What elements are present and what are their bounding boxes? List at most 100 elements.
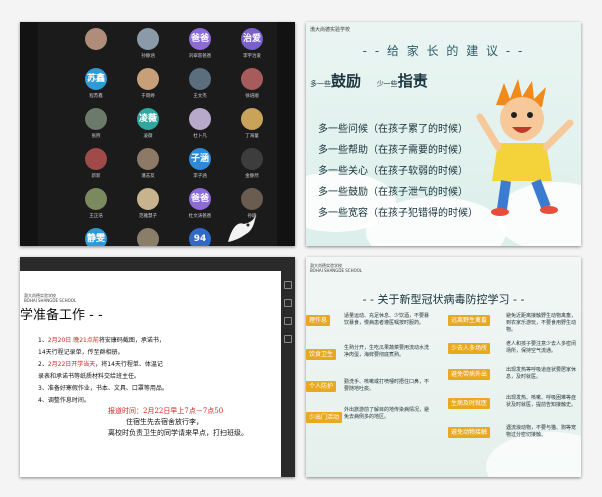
participant-avatar: 苏鑫: [85, 68, 107, 90]
participant-tile[interactable]: 于雨婷: [130, 68, 166, 99]
meeting-top-bar: [20, 257, 295, 271]
participant-tile[interactable]: 徐培顺: [234, 68, 270, 99]
participant-avatar: [137, 148, 159, 170]
participant-name: 刘翠容爸爸: [188, 54, 212, 59]
prevention-desc: 适量运动、充足休息、少饮酒，不要暴饮暴食，慢病患者遵医嘱按时服药。: [344, 313, 430, 326]
participant-avatar: 治爱: [241, 28, 263, 50]
prevention-tag: 饮食卫生: [306, 349, 337, 360]
participant-tile[interactable]: 爸爸 杜文涛爸爸: [182, 188, 218, 219]
participant-avatar: 94: [189, 228, 211, 246]
participant-avatar: [189, 68, 211, 90]
participant-tile[interactable]: 张煦: [78, 108, 114, 139]
toolbar-icon[interactable]: [284, 299, 292, 307]
participant-name: 杜卜凡: [193, 134, 207, 139]
participant-avatar: [189, 108, 211, 130]
participant-avatar: 爸爸: [189, 28, 211, 50]
participant-name: 凌薇: [143, 134, 153, 139]
photo-collage: 孙静涵 爸爸 刘翠容爸爸 治爱 李宇治爱 苏鑫 程苏鑫 于雨婷 王文杰 徐培顺 张煦 凌薇 凌薇 杜卜凡丁…: [0, 0, 602, 497]
prep-line: 录表和承诺书等纸质材料交给班主任。: [38, 373, 141, 380]
participant-name: 金静然: [245, 174, 259, 179]
participant-avatar: [85, 108, 107, 130]
participant-avatar: [85, 148, 107, 170]
participant-tile[interactable]: 潘志友: [130, 148, 166, 179]
participant-avatar: [241, 148, 263, 170]
participant-tile[interactable]: 孙静涵: [130, 28, 166, 59]
participant-avatar: 爸爸: [189, 188, 211, 210]
advice-item: 多一些鼓励（在孩子泄气的时候）: [318, 187, 468, 198]
participant-tile[interactable]: 治爱 李宇治爱: [234, 28, 270, 59]
participant-tile[interactable]: 新新: [78, 148, 114, 179]
parent-advice-slide: 渤大尚德实验学校 - - 给 家 长 的 建 议 - - 多一些鼓励 少一些指责…: [306, 22, 581, 246]
prevention-desc: 出现发热等呼吸道症状要居家休息，及时就医。: [506, 367, 577, 380]
prevention-title: - - 关于新型冠状病毒防控学习 - -: [362, 293, 525, 306]
prevention-tag: 远离野生禽畜: [448, 315, 491, 326]
prevention-tag: 生病及时就医: [448, 398, 491, 409]
participant-name: 徐培顺: [245, 94, 259, 99]
participant-tile[interactable]: [130, 228, 166, 246]
prevention-desc: 出现发热、咳嗽、呼吸困难等症状及时就医，提前告知接触史。: [506, 395, 577, 408]
participant-avatar: [137, 28, 159, 50]
participant-avatar: 凌薇: [137, 108, 159, 130]
participant-avatar: [241, 108, 263, 130]
right-black-strip: [277, 22, 295, 246]
prep-line: 4、调整作息时间。: [38, 397, 90, 404]
participant-tile[interactable]: 王文杰: [182, 68, 218, 99]
prevention-tag: 避免动物接触: [448, 427, 491, 438]
participant-tile[interactable]: 94: [182, 228, 218, 246]
meeting-side-toolbar: [281, 271, 295, 477]
prep-title: 学准备工作 - -: [20, 308, 103, 323]
participant-tile[interactable]: [78, 28, 114, 53]
participant-name: 王文杰: [193, 94, 207, 99]
school-logo-text: 渤大尚德实验学校 BOHAI SHANGDE SCHOOL: [24, 293, 77, 303]
participant-tile[interactable]: 凌薇 凌薇: [130, 108, 166, 139]
prevention-desc: 外出旅游前了解目的地传染病情况，避免去病例多的地区。: [344, 407, 430, 420]
participant-tile[interactable]: 爸爸 刘翠容爸爸: [182, 28, 218, 59]
participant-tile[interactable]: 丁海童: [234, 108, 270, 139]
prevention-desc: 老人和孩子要注意少去人多密闭场所，保持空气流通。: [506, 341, 577, 354]
participant-avatar: [137, 228, 159, 246]
toolbar-icon[interactable]: [284, 281, 292, 289]
toolbar-icon[interactable]: [284, 317, 292, 325]
prevention-desc: 生熟分开，生吃瓜果蔬菜要用流动水洗净肉蛋，海鲜要彻底煮熟。: [344, 345, 430, 358]
school-prep-screenshot: 渤大尚德实验学校 BOHAI SHANGDE SCHOOL 学准备工作 - - 1…: [20, 257, 295, 477]
advice-title: - - 给 家 长 的 建 议 - -: [362, 44, 525, 58]
participant-tile[interactable]: 王正浩: [78, 188, 114, 219]
advice-item: 多一些问候（在孩子累了的时候）: [318, 124, 468, 135]
prevention-desc: 遇流浪动物，不要与猫、狗等宠物过分密切接触。: [506, 425, 577, 438]
advice-item: 多一些帮助（在孩子需要的时候）: [318, 145, 468, 156]
school-logo-text: 渤大尚德实验学校 BOHAI SHANGDE SCHOOL: [310, 263, 363, 273]
participant-tile[interactable]: 范雅慧子: [130, 188, 166, 219]
participant-tile[interactable]: 杜卜凡: [182, 108, 218, 139]
participant-avatar: [137, 68, 159, 90]
prevention-tag: 避免带病外出: [448, 369, 491, 380]
advice-item: 多一些关心（在孩子软弱的时候）: [318, 166, 468, 177]
participant-avatar: 静雯: [85, 228, 107, 246]
participant-name: 张煦: [91, 134, 101, 139]
prevention-tag: 理作息: [306, 315, 331, 326]
participant-name: 程苏鑫: [89, 94, 103, 99]
participant-name: 丁海童: [245, 134, 259, 139]
toolbar-icon[interactable]: [284, 335, 292, 343]
participant-name: 于雨婷: [141, 94, 155, 99]
prep-line: 14天行程记录单，传至群相册。: [38, 349, 124, 356]
participant-tile[interactable]: 静雯: [78, 228, 114, 246]
participant-name: 范雅慧子: [139, 214, 157, 219]
epidemic-prevention-slide: 渤大尚德实验学校 BOHAI SHANGDE SCHOOL - - 关于新型冠状病…: [306, 257, 581, 477]
slide-content: 渤大尚德实验学校 BOHAI SHANGDE SCHOOL 学准备工作 - - 1…: [20, 271, 281, 477]
bird-mascot-icon: [228, 214, 256, 242]
participant-name: 王正浩: [89, 214, 103, 219]
participant-tile[interactable]: 子涵 李子涵: [182, 148, 218, 179]
participant-tile[interactable]: 苏鑫 程苏鑫: [78, 68, 114, 99]
school-logo-text: 渤大尚德实验学校: [310, 27, 351, 33]
prevention-tag: 少去人多场所: [448, 343, 491, 354]
meeting-gallery-screenshot: 孙静涵 爸爸 刘翠容爸爸 治爱 李宇治爱 苏鑫 程苏鑫 于雨婷 王文杰 徐培顺 张煦 凌薇 凌薇 杜卜凡丁…: [20, 22, 295, 246]
prevention-tag: 少出门活动: [306, 412, 343, 423]
cheering-child-illustration: [476, 79, 574, 216]
participant-name: 李子涵: [193, 174, 207, 179]
prevention-tag: 个人防护: [306, 381, 337, 392]
advice-heading: 多一些鼓励 少一些指责: [310, 72, 428, 90]
prevention-desc: 勤洗手、咳嗽或打喷嚏时捂住口鼻，不要随地吐痰。: [344, 379, 430, 392]
participant-tile[interactable]: 金静然: [234, 148, 270, 179]
participant-name: 潘志友: [141, 174, 155, 179]
prep-line: 1、2月20日 晚21点前将安康码截图，承诺书，: [38, 337, 165, 344]
